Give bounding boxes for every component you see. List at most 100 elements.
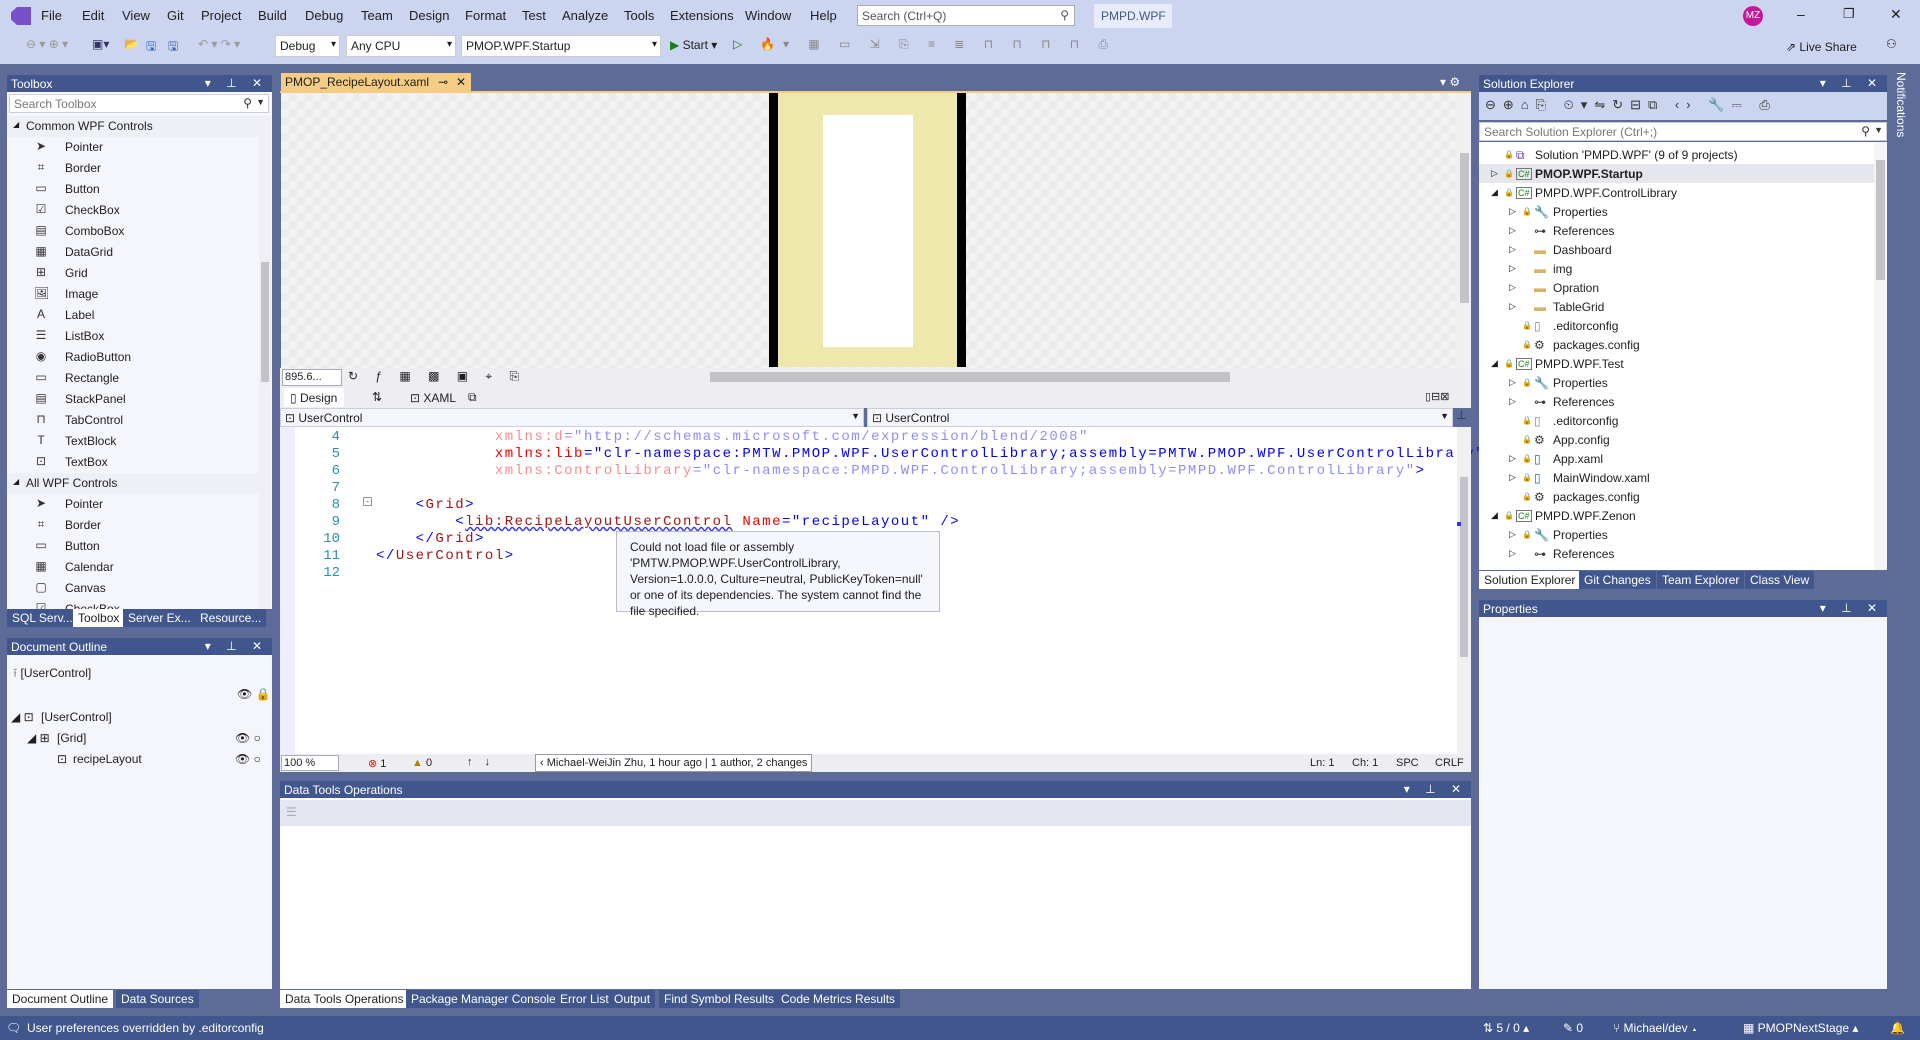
expand-icon[interactable]: ▷ [1509, 225, 1516, 236]
expand-icon[interactable]: ▷ [1509, 472, 1516, 483]
save-all-icon[interactable]: 🖫 [168, 37, 178, 58]
split-editor-icon[interactable]: ⊥ [1456, 408, 1466, 422]
tab-document-outline[interactable]: Document Outline [7, 990, 114, 1008]
tab-server-ex-[interactable]: Server Ex... [123, 609, 196, 627]
tree-item--editorconfig[interactable]: 🔒 ▯ .editorconfig [1479, 411, 1879, 430]
toolbox-item-tabcontrol[interactable]: ⊓ TabControl [7, 410, 262, 431]
toolbox-category[interactable]: ◢ All WPF Controls [7, 473, 262, 494]
tree-item-properties[interactable]: ▷ 🔒 🔧 Properties [1479, 373, 1879, 392]
design-zoom-dropdown[interactable]: 895.6... [282, 369, 342, 386]
eye-icon[interactable]: 👁 ○ [235, 731, 261, 745]
toolbox-item-stackpanel[interactable]: ▤ StackPanel [7, 389, 262, 410]
tab-team-explorer[interactable]: Team Explorer [1657, 571, 1745, 589]
expand-icon[interactable]: ▷ [1509, 548, 1516, 559]
menu-file[interactable]: File [41, 8, 62, 23]
tree-item-app-xaml[interactable]: ▷ 🔒 ▯ App.xaml [1479, 449, 1879, 468]
code-line[interactable]: 6 xmlns:ControlLibrary="clr-namespace:PM… [280, 463, 1450, 480]
back-icon[interactable]: ⊖ ▾ ⊕ ▾ [26, 37, 68, 51]
toolbox-item-checkbox[interactable]: ☑ CheckBox [7, 200, 262, 221]
warning-count[interactable]: ▲ 0 [412, 757, 432, 769]
menu-edit[interactable]: Edit [82, 8, 104, 23]
expand-icon[interactable]: ▷ [1509, 263, 1516, 274]
expand-icon[interactable]: ◢ [1491, 510, 1498, 521]
design-tool-icons[interactable]: ↻ ƒ ▦ ▩ ▣ ⌖ ⎘ [348, 369, 526, 384]
menu-view[interactable]: View [122, 8, 150, 23]
outline-item-recipelayout[interactable]: ⊡ recipeLayout 👁 ○ [57, 749, 262, 768]
tree-item-pmpd-wpf-test[interactable]: ◢ 🔒 C# PMPD.WPF.Test [1479, 354, 1879, 373]
tree-item-properties[interactable]: ▷ 🔒 🔧 Properties [1479, 202, 1879, 221]
solution-scrollbar[interactable] [1874, 142, 1887, 570]
tab-solution-explorer[interactable]: Solution Explorer [1479, 571, 1581, 589]
toolbox-scrollbar[interactable] [259, 116, 271, 609]
tab-output[interactable]: Output [609, 990, 656, 1008]
tree-item-mainwindow-xaml[interactable]: ▷ 🔒 ▯ MainWindow.xaml [1479, 468, 1879, 487]
design-view-tab[interactable]: ▯ Design [284, 388, 344, 407]
user-avatar[interactable]: MZ [1743, 6, 1763, 26]
toolbar-icons[interactable]: 🔥▾ ▦ ▭ ⇲ ⎘ ≡ ≣ ⊓ ⊓ ⊓ ⊓ ⎙ [760, 37, 1116, 52]
menu-design[interactable]: Design [409, 8, 449, 23]
tree-item-packages-config[interactable]: 🔒 ⚙ packages.config [1479, 487, 1879, 506]
toolbox-item-button[interactable]: ▭ Button [7, 536, 262, 557]
panel-controls[interactable]: ▾ ⊥ ✕ [205, 76, 268, 90]
start-button[interactable]: ▶ Start ▾ [670, 38, 717, 52]
configuration-dropdown[interactable]: Debug [275, 35, 340, 57]
open-icon[interactable]: 📂 [124, 37, 139, 51]
menu-team[interactable]: Team [361, 8, 393, 23]
toolbox-item-canvas[interactable]: ▢ Canvas [7, 578, 262, 599]
notification-icon[interactable]: 🗨 [6, 1021, 21, 1035]
design-surface[interactable] [281, 93, 1458, 368]
menu-tools[interactable]: Tools [624, 8, 654, 23]
toolbox-item-textblock[interactable]: T TextBlock [7, 431, 262, 452]
toolbox-category[interactable]: ◢ Common WPF Controls [7, 116, 262, 137]
start-without-debug-icon[interactable]: ▷ [733, 37, 742, 51]
whitespace-mode[interactable]: SPC [1396, 757, 1419, 769]
pending-edits[interactable]: ✎ 0 [1563, 1021, 1583, 1035]
toolbox-item-border[interactable]: ⌗ Border [7, 515, 262, 536]
tree-item-references[interactable]: ▷ ⊶ References [1479, 392, 1879, 411]
menu-extensions[interactable]: Extensions [670, 8, 734, 23]
tree-item-pmpd-wpf-controllibrary[interactable]: ◢ 🔒 C# PMPD.WPF.ControlLibrary [1479, 183, 1879, 202]
tab-class-view[interactable]: Class View [1745, 571, 1815, 589]
expand-icon[interactable]: ▷ [1509, 282, 1516, 293]
outline-root[interactable]: ⭱ [UserControl] [13, 664, 91, 685]
tab-sql-serv-[interactable]: SQL Serv... [7, 609, 78, 627]
tree-item--editorconfig[interactable]: 🔒 ▯ .editorconfig [1479, 316, 1879, 335]
tree-item-pmpd-wpf-zenon[interactable]: ◢ 🔒 C# PMPD.WPF.Zenon [1479, 506, 1879, 525]
menu-window[interactable]: Window [745, 8, 791, 23]
startup-project-dropdown[interactable]: PMOP.WPF.Startup [461, 35, 661, 57]
tab-git-changes[interactable]: Git Changes [1579, 571, 1656, 589]
tab-resource-[interactable]: Resource... [195, 609, 267, 627]
feedback-icon[interactable]: ⚇ [1886, 37, 1897, 51]
expand-icon[interactable]: ▷ [1509, 377, 1516, 388]
design-hscrollbar[interactable] [710, 372, 1230, 382]
search-box[interactable]: Search (Ctrl+Q) ⚲ [857, 5, 1075, 26]
tab-package-manager-console[interactable]: Package Manager Console [406, 990, 561, 1008]
swap-panes-icon[interactable]: ⇅ [372, 390, 382, 404]
nav-arrows[interactable]: ↑↓ [467, 756, 502, 768]
undo-icon[interactable]: ↶ ▾ ↷ ▾ [198, 37, 240, 51]
collapse-icon[interactable]: - [363, 497, 372, 506]
toolbox-item-pointer[interactable]: ➤ Pointer [7, 494, 262, 515]
solution-toolbar-icons[interactable]: ⊖⊕⌂⎘ ⏲▾⇋↻⊟⧉ ‹› 🔧⎓ ⎙ [1485, 97, 1777, 112]
line-ending[interactable]: CRLF [1435, 757, 1464, 769]
expand-icon[interactable]: ◢ [1491, 358, 1498, 369]
menu-test[interactable]: Test [522, 8, 546, 23]
tab-find-symbol-results[interactable]: Find Symbol Results [659, 990, 780, 1008]
repo-selector[interactable]: ▦ PMOPNextStage ▴ [1743, 1021, 1858, 1035]
popout-icon[interactable]: ⧉ [468, 390, 477, 405]
error-count[interactable]: ⊗ 1 [368, 757, 386, 770]
tab-error-list[interactable]: Error List [555, 990, 614, 1008]
tab-overflow-icon[interactable]: ▾ ⚙ [1440, 75, 1460, 89]
close-window-button[interactable]: ✕ [1890, 6, 1902, 23]
toolbox-item-grid[interactable]: ⊞ Grid [7, 263, 262, 284]
expand-icon[interactable]: ▷ [1509, 453, 1516, 464]
toolbox-item-radiobutton[interactable]: ◉ RadioButton [7, 347, 262, 368]
tree-item-app-config[interactable]: 🔒 ⚙ App.config [1479, 430, 1879, 449]
sync-status[interactable]: ⇅ 5 / 0 ▴ [1483, 1021, 1529, 1035]
bell-icon[interactable]: 🔔 [1890, 1021, 1905, 1035]
outline-item-grid[interactable]: ◢ ⊞ [Grid] 👁 ○ [27, 728, 262, 747]
toolbox-item-datagrid[interactable]: ▦ DataGrid [7, 242, 262, 263]
menu-format[interactable]: Format [465, 8, 506, 23]
tab-data-sources[interactable]: Data Sources [116, 990, 199, 1008]
expand-icon[interactable]: ◢ [1491, 187, 1498, 198]
